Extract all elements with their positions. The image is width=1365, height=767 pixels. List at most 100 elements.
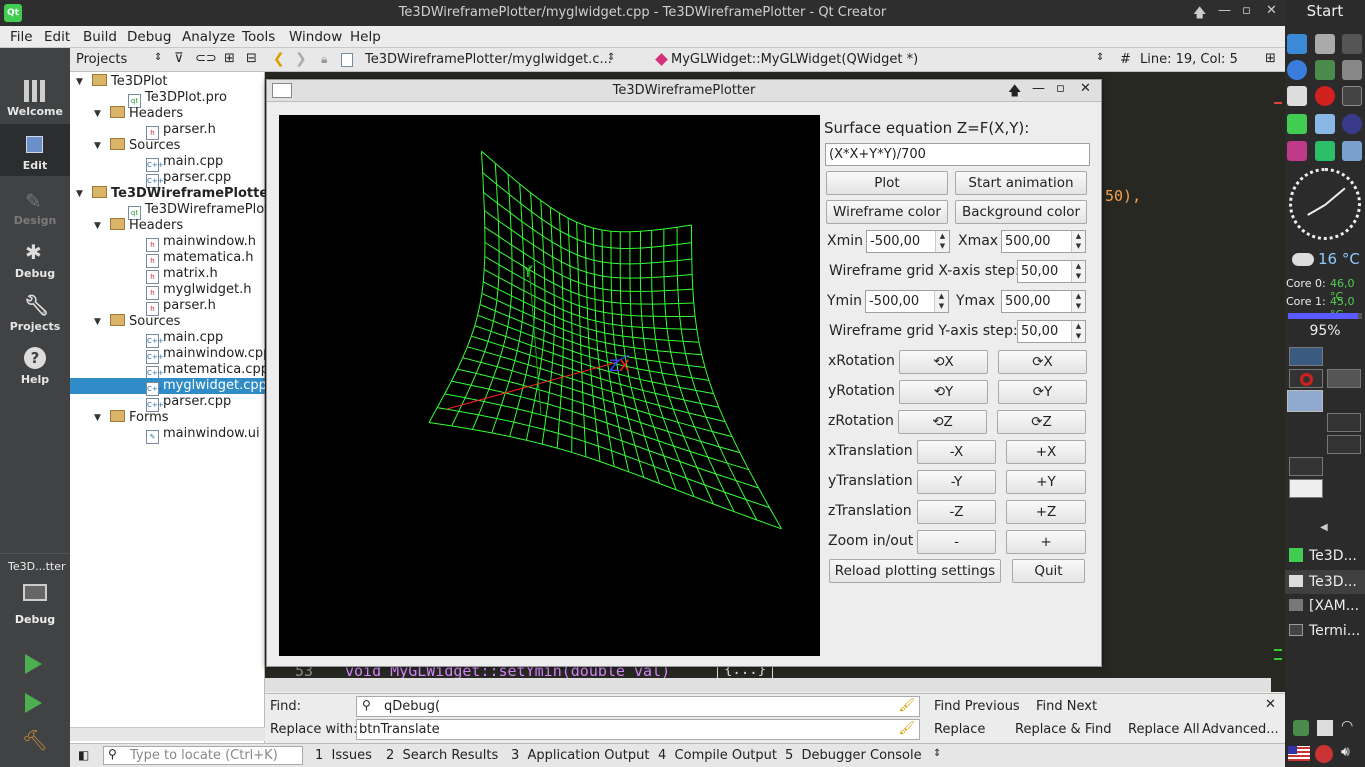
tray-play-icon[interactable] — [1293, 720, 1309, 736]
rotate-x-minus-button[interactable]: ⟲X — [899, 350, 988, 374]
menu-window[interactable]: Window — [289, 29, 342, 45]
task-te3d-qtcreator[interactable]: Te3D... — [1285, 544, 1365, 568]
translate-y-plus-button[interactable]: +Y — [1006, 470, 1086, 494]
mode-design[interactable]: ✎ Design — [0, 179, 70, 231]
split-icon[interactable]: ⊞ — [1265, 51, 1276, 66]
expand-arrow-icon[interactable]: ▼ — [94, 221, 101, 231]
intellij-icon[interactable] — [1287, 141, 1307, 161]
translate-x-plus-button[interactable]: +X — [1006, 440, 1086, 464]
find-previous-button[interactable]: Find Previous — [934, 699, 1020, 714]
app-icon-box[interactable] — [1315, 114, 1335, 134]
ymin-spinbox[interactable]: -500,00 ▲ ▼ — [865, 290, 949, 313]
rotate-y-plus-button[interactable]: ⟳Y — [998, 380, 1087, 404]
minimize-button[interactable]: — — [1032, 81, 1045, 96]
start-label[interactable]: Start — [1285, 2, 1365, 20]
zoom-in-button[interactable]: + — [1006, 530, 1086, 554]
filter-icon[interactable]: ⊽ — [174, 51, 184, 66]
tray-book-icon[interactable] — [1317, 720, 1333, 736]
link-icon[interactable]: ⊂⊃ — [195, 51, 217, 66]
pane-compile-output[interactable]: 4 Compile Output — [658, 748, 777, 763]
tree-item[interactable]: Te3DWireframePlotte — [92, 186, 265, 202]
app-icon-globe[interactable] — [1342, 141, 1362, 161]
rotate-y-minus-button[interactable]: ⟲Y — [899, 380, 988, 404]
opera-icon[interactable] — [1315, 86, 1335, 106]
menu-tools[interactable]: Tools — [242, 29, 275, 45]
ymax-spinbox[interactable]: 500,00 ▲ ▼ — [1001, 290, 1086, 313]
menu-edit[interactable]: Edit — [44, 29, 70, 45]
back-arrow-icon[interactable]: ❮ — [273, 51, 285, 67]
task-xampp[interactable]: [XAM... — [1285, 594, 1365, 618]
volume-icon[interactable]: 🔊︎ — [1341, 744, 1350, 760]
tree-item[interactable]: qtTe3DWireframePlotte — [128, 202, 265, 220]
pycharm-icon[interactable] — [1315, 141, 1335, 161]
mode-edit[interactable]: Edit — [0, 124, 70, 176]
wireframe-color-button[interactable]: Wireframe color ... — [826, 200, 948, 242]
spin-arrows[interactable]: ▲ ▼ — [1071, 231, 1085, 252]
qt-creator-icon[interactable] — [1287, 114, 1307, 134]
menu-file[interactable]: File — [10, 29, 33, 45]
tree-item[interactable]: C++parser.cpp — [146, 170, 231, 188]
expand-arrow-icon[interactable]: ▼ — [94, 109, 101, 119]
locator-input[interactable]: ⚲ Type to locate (Ctrl+K) — [103, 746, 303, 765]
sidebar-toggle-icon[interactable]: ◧ — [78, 748, 89, 762]
xstep-spinbox[interactable]: 50,00 ▲ ▼ — [1017, 260, 1086, 283]
xmax-spinbox[interactable]: 500,00 ▲ ▼ — [1001, 230, 1086, 253]
tree-item[interactable]: h parser.h — [146, 298, 216, 316]
tree-item[interactable]: C++mainwindow.cpp — [146, 346, 265, 364]
rotate-x-plus-button[interactable]: ⟳X — [998, 350, 1087, 374]
horizontal-scrollbar[interactable] — [265, 678, 1271, 692]
tree-item[interactable]: ✎ mainwindow.ui — [146, 426, 260, 444]
tree-item[interactable]: h mainwindow.h — [146, 234, 256, 252]
maximize-button[interactable]: ▫ — [1242, 3, 1251, 18]
clear-broom-icon[interactable]: 🖌︎ — [898, 721, 915, 736]
open-file-selector[interactable]: Te3DWireframePlotter/myglwidget.c... — [365, 52, 612, 67]
find-next-button[interactable]: Find Next — [1036, 699, 1097, 714]
tray-app-icon[interactable] — [1315, 745, 1333, 763]
quit-button[interactable]: Quit — [1012, 559, 1085, 583]
spin-arrows[interactable]: ▲ ▼ — [1071, 261, 1085, 282]
close-button[interactable]: ✕ — [1266, 3, 1277, 18]
tree-item[interactable]: Forms — [110, 410, 169, 426]
app-icon-shield[interactable] — [1342, 34, 1362, 54]
tree-item[interactable]: Headers — [110, 106, 183, 122]
run-button[interactable] — [25, 654, 42, 674]
translate-z-minus-button[interactable]: -Z — [917, 500, 996, 524]
translate-x-minus-button[interactable]: -X — [917, 440, 996, 464]
equation-input[interactable]: (X*X+Y*Y)/700 — [825, 143, 1090, 166]
expand-arrow-icon[interactable]: ▼ — [94, 141, 101, 151]
tree-item[interactable]: h matrix.h — [146, 266, 218, 284]
cursor-position[interactable]: Line: 19, Col: 5 — [1140, 52, 1238, 67]
projects-view-selector[interactable]: Projects — [76, 52, 127, 67]
pane-issues[interactable]: 1 Issues — [315, 748, 372, 763]
expand-arrow-icon[interactable]: ▼ — [94, 413, 101, 423]
workspace-pager[interactable] — [1287, 345, 1363, 500]
clear-broom-icon[interactable]: 🖌︎ — [898, 698, 915, 713]
minimize-button[interactable]: — — [1218, 3, 1231, 18]
spin-arrows[interactable]: ▲ ▼ — [1071, 321, 1085, 342]
app-icon-gear[interactable] — [1342, 60, 1362, 80]
horizontal-scrollbar[interactable] — [70, 727, 265, 741]
ystep-spinbox[interactable]: 50,00 ▲ ▼ — [1017, 320, 1086, 343]
tree-item[interactable]: Headers — [110, 218, 183, 234]
close-button[interactable]: ✕ — [1080, 81, 1091, 96]
tree-item[interactable]: C++main.cpp — [146, 154, 223, 172]
spin-arrows[interactable]: ▲ ▼ — [1071, 291, 1085, 312]
translate-z-plus-button[interactable]: +Z — [1006, 500, 1086, 524]
background-color-button[interactable]: Background color ... — [955, 200, 1087, 242]
menu-help[interactable]: Help — [350, 29, 381, 45]
updown-icon[interactable]: ⇕ — [933, 748, 941, 759]
updown-icon[interactable]: ⇕ — [1096, 52, 1104, 63]
kit-selector[interactable]: Te3D...tter Debug — [0, 553, 70, 633]
tree-item[interactable]: Te3DPlot — [92, 74, 168, 90]
menu-debug[interactable]: Debug — [127, 29, 171, 45]
advanced-button[interactable]: Advanced... — [1202, 722, 1279, 737]
debug-run-button[interactable] — [25, 693, 42, 713]
menu-analyze[interactable]: Analyze — [182, 29, 235, 45]
pane-search-results[interactable]: 2 Search Results — [386, 748, 498, 763]
rotate-z-minus-button[interactable]: ⟲Z — [898, 410, 987, 434]
close-pane-icon[interactable]: ⊟ — [246, 51, 257, 66]
split-icon[interactable]: ⊞ — [224, 51, 235, 66]
tree-item[interactable]: h parser.h — [146, 122, 216, 140]
eclipse-icon[interactable] — [1342, 114, 1362, 134]
updown-icon[interactable]: ⇕ — [607, 52, 615, 63]
